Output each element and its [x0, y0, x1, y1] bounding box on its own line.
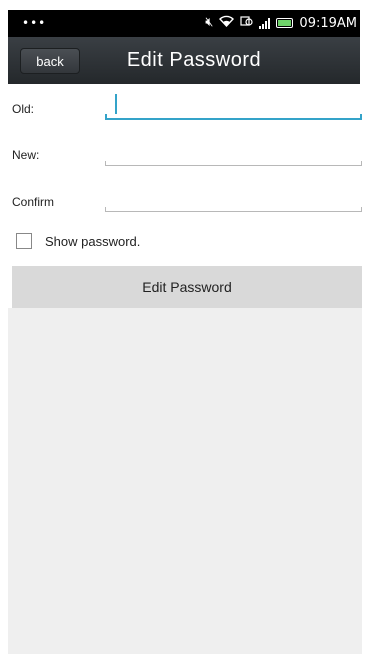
field-edge-right [360, 114, 362, 120]
signal-icon [259, 17, 271, 29]
show-password-toggle[interactable]: Show password. [16, 233, 140, 249]
status-icons: 🔇︎ 09:19AM [205, 15, 357, 31]
field-edge-right [361, 207, 362, 212]
confirm-password-label: Confirm [12, 195, 55, 209]
show-password-label: Show password. [45, 233, 141, 249]
old-password-field-wrap [105, 92, 362, 120]
confirm-password-row: Confirm [12, 184, 362, 214]
confirm-password-field-wrap [105, 184, 362, 212]
new-password-label: New: [12, 148, 40, 162]
field-edge-left [105, 207, 106, 212]
sync-icon [240, 15, 254, 31]
edit-password-button[interactable]: Edit Password [12, 266, 362, 308]
battery-icon [276, 18, 294, 28]
old-password-row: Old: [12, 92, 362, 122]
old-password-label: Old: [12, 102, 35, 116]
new-password-input[interactable] [105, 138, 362, 166]
new-password-field-wrap [105, 138, 362, 166]
field-edge-left [105, 114, 107, 120]
show-password-checkbox[interactable] [16, 233, 32, 249]
old-password-input[interactable] [105, 92, 362, 120]
notification-dots: ••• [22, 16, 47, 30]
status-bar: ••• 🔇︎ 09:19AM [8, 10, 360, 37]
page-title: Edit Password [126, 49, 262, 71]
confirm-password-input[interactable] [105, 184, 362, 212]
field-edge-left [105, 161, 106, 166]
content-background [8, 308, 362, 654]
text-cursor [115, 94, 117, 114]
field-edge-right [361, 161, 362, 166]
mute-icon: 🔇︎ [205, 15, 214, 30]
new-password-row: New: [12, 138, 362, 168]
clock: 09:19AM [299, 15, 357, 31]
wifi-icon [219, 15, 235, 31]
title-bar: back Edit Password [8, 37, 360, 84]
